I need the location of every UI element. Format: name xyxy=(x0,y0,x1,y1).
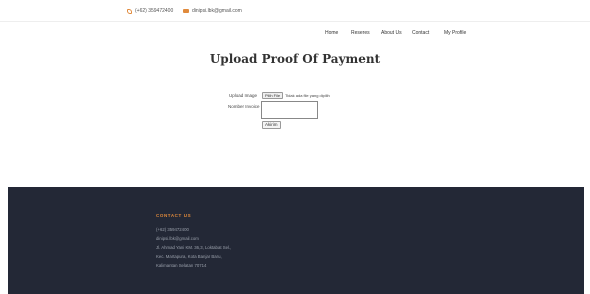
page-title: Upload Proof Of Payment xyxy=(209,52,381,66)
nav-contact[interactable]: Contact xyxy=(412,30,429,36)
mail-icon xyxy=(183,9,189,13)
nav-home[interactable]: Home xyxy=(325,30,338,36)
nav-reseres[interactable]: Reseres xyxy=(351,30,370,36)
invoice-label: Nomber Invoice xyxy=(228,104,260,109)
footer-address-line-2: Kec. Martapura, Kota Banjar Baru, xyxy=(156,254,222,259)
topbar-email: dinipsi.lbk@gmail.com xyxy=(183,8,242,14)
topbar-phone-text: (+62) 359472400 xyxy=(135,8,174,14)
topbar-email-text: dinipsi.lbk@gmail.com xyxy=(192,8,242,14)
choose-file-button[interactable]: Pilih File xyxy=(262,92,284,99)
footer-phone: (+62) 359472400 xyxy=(156,227,189,232)
footer: CONTACT US (+62) 359472400 dinipsi.lbk@g… xyxy=(8,187,584,294)
file-status-text: Tidak ada file yang dipilih xyxy=(285,93,330,98)
footer-email: dinipsi.lbk@gmail.com xyxy=(156,236,199,241)
invoice-field[interactable] xyxy=(261,101,318,119)
footer-heading: CONTACT US xyxy=(156,213,192,218)
topbar-phone: (+62) 359472400 xyxy=(127,8,173,14)
topbar: (+62) 359472400 dinipsi.lbk@gmail.com xyxy=(0,0,590,22)
footer-address-line-3: Kalimantan Selatan 70714 xyxy=(156,263,207,268)
submit-button[interactable]: Akirim xyxy=(262,121,281,129)
phone-icon xyxy=(127,8,132,14)
main-nav: Home Reseres About Us Contact My Profile xyxy=(0,30,590,40)
nav-my-profile[interactable]: My Profile xyxy=(444,30,466,36)
footer-address-line-1: Jl. Ahmad Yani KM. 36,3, Loktabat Sel., xyxy=(156,245,232,250)
nav-about-us[interactable]: About Us xyxy=(381,30,402,36)
upload-image-label: Upload Image xyxy=(229,93,258,98)
